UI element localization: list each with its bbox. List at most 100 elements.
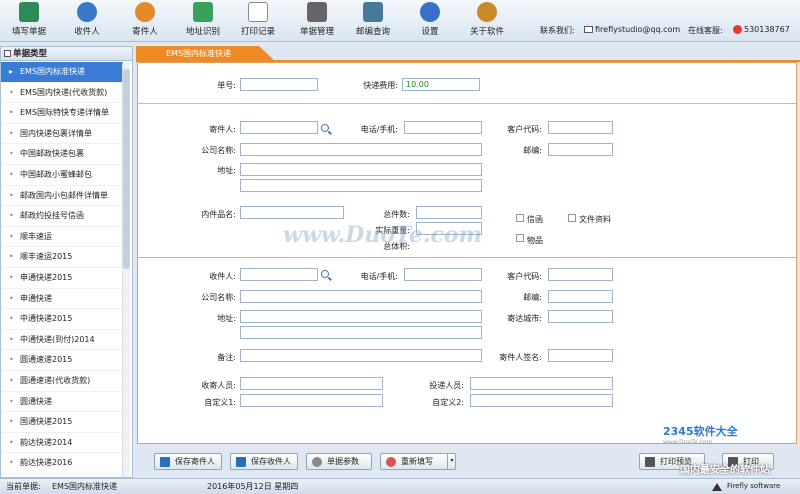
postcode-input[interactable]	[548, 143, 613, 156]
sidebar-scrollbar[interactable]	[122, 63, 130, 477]
sender-search-icon[interactable]	[321, 124, 329, 132]
customer-code-label: 客户代码:	[507, 125, 542, 134]
sidebar-header-label: 单据类型	[13, 49, 48, 59]
company-input[interactable]	[240, 143, 482, 156]
document-manage-button[interactable]: 单据管理	[294, 2, 340, 40]
save-sender-button[interactable]: 保存寄件人	[154, 453, 222, 470]
goods-checkbox[interactable]	[516, 234, 524, 242]
custom1-input[interactable]	[240, 394, 383, 407]
sidebar-item[interactable]: EMS国内标准快递	[1, 62, 123, 83]
support-label: 在线客服:	[688, 26, 723, 35]
about-button[interactable]: 关于软件	[464, 2, 510, 40]
phone-input[interactable]	[404, 121, 482, 134]
sidebar-item[interactable]: EMS国际特快专递详情单	[1, 103, 123, 124]
postcode2-input[interactable]	[548, 290, 613, 303]
company-label: 公司名称:	[201, 146, 236, 155]
address-input-2[interactable]	[240, 179, 482, 192]
fill-form-button[interactable]: 填写单据	[6, 2, 52, 40]
fee-input[interactable]: 10.00	[402, 78, 480, 91]
sidebar-item[interactable]: 韵达快递2016	[1, 453, 123, 474]
customer-code-input[interactable]	[548, 121, 613, 134]
postcode-query-icon	[363, 2, 383, 22]
file-checkbox[interactable]	[568, 214, 576, 222]
receiver-staff-input[interactable]	[240, 377, 383, 390]
recipients-label: 收件人	[74, 27, 100, 37]
support-qq-link[interactable]: 530138767	[733, 25, 790, 34]
address2-input-1[interactable]	[240, 310, 482, 323]
address-recognize-icon	[193, 2, 213, 22]
custom1-label: 自定义1:	[204, 398, 236, 407]
recipient-input[interactable]	[240, 268, 318, 281]
company2-input[interactable]	[240, 290, 482, 303]
sender-button[interactable]: 寄件人	[122, 2, 168, 40]
doc-params-label: 单据参数	[327, 457, 359, 466]
order-no-label: 单号:	[217, 81, 236, 90]
postcode-label: 邮编:	[523, 146, 542, 155]
recipients-button[interactable]: 收件人	[64, 2, 110, 40]
contact-label: 联系我们:	[540, 26, 575, 35]
document-manage-icon	[307, 2, 327, 22]
collapse-icon[interactable]	[4, 50, 11, 57]
chevron-down-icon[interactable]: ▾	[447, 453, 456, 470]
sender-input[interactable]	[240, 121, 318, 134]
sidebar-item[interactable]: 国内快递包裹详情单	[1, 124, 123, 145]
postcode-query-button[interactable]: 邮编查询	[350, 2, 396, 40]
sidebar-item[interactable]: 邮政约投挂号信函	[1, 206, 123, 227]
order-no-input[interactable]	[240, 78, 318, 91]
dest-city-input[interactable]	[548, 310, 613, 323]
document-type-list: EMS国内标准快递 EMS国内快递(代收货款) EMS国际特快专递详情单 国内快…	[1, 62, 123, 474]
scrollbar-thumb[interactable]	[123, 69, 130, 269]
sidebar-item[interactable]: 申通快递2015	[1, 268, 123, 289]
document-type-sidebar: 单据类型 EMS国内标准快递 EMS国内快递(代收货款) EMS国际特快专递详情…	[0, 46, 133, 478]
sidebar-item[interactable]: 圆通速递2015	[1, 350, 123, 371]
sidebar-item[interactable]: 邮政国内小包邮件详情单	[1, 186, 123, 207]
save-recipient-button[interactable]: 保存收件人	[230, 453, 298, 470]
settings-icon	[420, 2, 440, 22]
sidebar-item[interactable]: 圆通速递(代收货款)	[1, 371, 123, 392]
custom2-input[interactable]	[470, 394, 613, 407]
total-count-input[interactable]	[416, 206, 482, 219]
sidebar-item[interactable]: 顺丰速运	[1, 227, 123, 248]
sender-sign-input[interactable]	[548, 349, 613, 362]
form-fill-icon	[19, 2, 39, 22]
customer-code2-input[interactable]	[548, 268, 613, 281]
recipients-icon	[77, 2, 97, 22]
sender-label: 寄件人	[132, 27, 158, 37]
sender-label: 寄件人:	[209, 125, 236, 134]
remark-label: 备注:	[217, 353, 236, 362]
site-logo: 2345软件大全 www.DuoTe.com	[663, 423, 738, 446]
sidebar-item[interactable]: 中国邮政快递包裹	[1, 144, 123, 165]
sidebar-item[interactable]: 国通快递2015	[1, 412, 123, 433]
letter-checkbox[interactable]	[516, 214, 524, 222]
recipient-search-icon[interactable]	[321, 270, 329, 278]
rewrite-button[interactable]: 重新填写 ▾	[380, 453, 456, 470]
address-input-1[interactable]	[240, 163, 482, 176]
phone2-input[interactable]	[404, 268, 482, 281]
settings-button[interactable]: 设置	[407, 2, 453, 40]
doc-params-button[interactable]: 单据参数	[306, 453, 372, 470]
sidebar-item[interactable]: 顺丰速运2015	[1, 247, 123, 268]
site-logo-text: 2345软件大全	[663, 425, 738, 438]
tab-ems-standard[interactable]: EMS国内标准快递	[136, 46, 276, 62]
watermark: www.DuoTe.com	[283, 222, 482, 248]
remark-input[interactable]	[240, 349, 482, 362]
sidebar-item[interactable]: EMS国内快递(代收货款)	[1, 83, 123, 104]
print-record-button[interactable]: 打印记录	[235, 2, 281, 40]
address-recognize-label: 地址识别	[185, 27, 220, 37]
sidebar-item[interactable]: 韵达快递2014	[1, 433, 123, 454]
sidebar-item[interactable]: 圆通快递	[1, 392, 123, 413]
sidebar-item[interactable]: 中通快递(到付)2014	[1, 330, 123, 351]
item-name-input[interactable]	[240, 206, 344, 219]
letter-label: 信函	[527, 215, 543, 224]
sidebar-item[interactable]: 中通快递2015	[1, 309, 123, 330]
delivery-staff-input[interactable]	[470, 377, 613, 390]
mail-icon	[584, 26, 593, 33]
sidebar-item[interactable]: 申通快递	[1, 289, 123, 310]
contact-email-link[interactable]: fireflystudio@qq.com	[584, 25, 680, 34]
current-doc-label: 当前单据:	[6, 482, 41, 491]
address2-input-2[interactable]	[240, 326, 482, 339]
address-recognize-button[interactable]: 地址识别	[180, 2, 226, 40]
tab-strip: EMS国内标准快递	[136, 46, 800, 62]
sidebar-item[interactable]: 中国邮政小蜜蜂邮包	[1, 165, 123, 186]
address-label: 地址:	[217, 166, 236, 175]
